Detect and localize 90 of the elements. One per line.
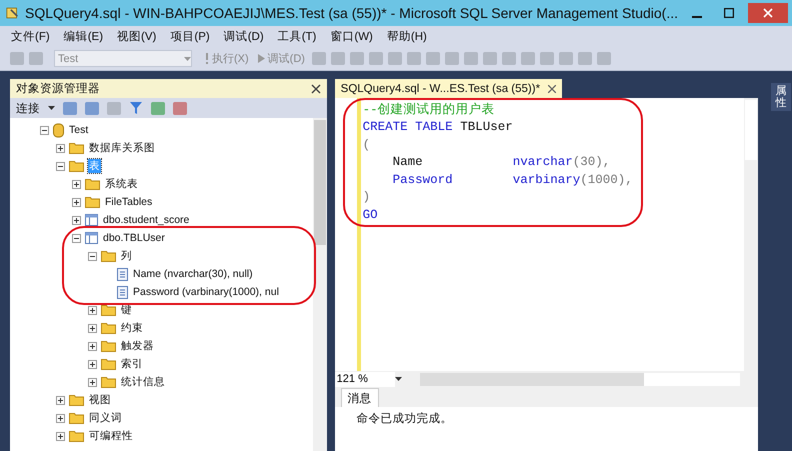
menu-item[interactable]: 工具(T) <box>274 29 320 44</box>
code-line: GO <box>362 206 379 224</box>
caret-icon <box>184 56 191 60</box>
tree-item[interactable]: 索引 <box>120 357 144 371</box>
close-icon <box>763 8 773 18</box>
maximize-icon <box>724 8 734 18</box>
folder-icon <box>69 412 84 424</box>
code-line: Name nvarchar(30), <box>392 154 612 171</box>
window-title: SQLQuery4.sql - WIN-BAHPCOAEJIJ\MES.Test (sa (55))* - Microsoft SQL Server Management Studio(... <box>24 5 678 21</box>
table-icon <box>85 214 98 226</box>
tree-item[interactable]: 数据库关系图 <box>88 141 156 155</box>
code-line: CREATE TABLE TBLUser <box>362 119 514 136</box>
side-tab[interactable]: 属性 <box>771 83 792 112</box>
database-icon <box>53 122 64 138</box>
zoom-dropdown[interactable]: 121 % <box>334 372 395 386</box>
tree-item[interactable]: Name (nvarchar(30), null) <box>132 268 254 280</box>
code-line: --创建测试用的用户表 <box>362 102 496 118</box>
expand-toggle[interactable] <box>88 324 97 332</box>
code-line: ( <box>362 136 372 154</box>
caret-icon[interactable] <box>394 377 402 381</box>
connect-button[interactable]: 连接 <box>16 100 40 116</box>
menu-item[interactable]: 调试(D) <box>220 29 267 44</box>
tree-item[interactable]: dbo.TBLUser <box>102 232 166 244</box>
folder-icon <box>69 160 84 172</box>
scrollbar[interactable] <box>744 98 758 371</box>
expand-toggle[interactable] <box>88 360 97 368</box>
code-line: ) <box>362 189 372 206</box>
tree-item[interactable]: 触发器 <box>120 339 155 353</box>
tree-item[interactable]: 统计信息 <box>120 375 166 389</box>
close-icon[interactable] <box>310 84 321 94</box>
collapse-toggle[interactable] <box>88 252 97 260</box>
menu-item[interactable]: 窗口(W) <box>327 29 376 44</box>
expand-toggle[interactable] <box>72 180 81 188</box>
folder-icon <box>85 178 100 190</box>
expand-toggle[interactable] <box>56 414 65 422</box>
panel-title: 对象资源管理器 <box>16 82 100 96</box>
folder-icon <box>101 340 116 352</box>
expand-toggle[interactable] <box>88 306 97 314</box>
expand-toggle[interactable] <box>72 216 81 224</box>
app-icon <box>6 5 19 21</box>
collapse-toggle[interactable] <box>56 162 65 170</box>
menu-item[interactable]: 文件(F) <box>8 29 53 44</box>
expand-toggle[interactable] <box>56 396 65 404</box>
document-tab[interactable]: SQLQuery4.sql - W...ES.Test (sa (55))* <box>334 79 562 98</box>
expand-toggle[interactable] <box>56 432 65 440</box>
menu-item[interactable]: 项目(P) <box>167 29 213 44</box>
close-button[interactable] <box>748 3 788 23</box>
tree-item[interactable]: 约束 <box>120 321 144 335</box>
folder-icon <box>69 430 84 442</box>
folder-icon <box>69 394 84 406</box>
folder-icon <box>101 250 116 262</box>
tree-item[interactable]: 视图 <box>88 393 112 407</box>
expand-toggle[interactable] <box>56 144 65 152</box>
menu-item[interactable]: 帮助(H) <box>384 29 430 44</box>
menu-item[interactable]: 视图(V) <box>114 29 160 44</box>
tree-item[interactable]: Password (varbinary(1000), nul <box>132 286 280 298</box>
minimize-icon <box>692 16 702 18</box>
code-line: Password varbinary(1000), <box>392 172 634 188</box>
exclamation-icon <box>205 53 209 64</box>
play-icon <box>258 54 265 63</box>
column-icon <box>117 286 128 298</box>
tree-item[interactable]: 系统表 <box>104 177 139 191</box>
close-icon[interactable] <box>548 84 556 92</box>
folder-icon <box>101 304 116 316</box>
expand-toggle[interactable] <box>88 378 97 386</box>
filter-icon[interactable] <box>129 101 143 115</box>
tree-item[interactable]: 列 <box>120 249 133 263</box>
tree-item[interactable]: 键 <box>120 303 133 317</box>
folder-icon <box>101 358 116 370</box>
folder-icon <box>101 322 116 334</box>
messages-tab[interactable]: 消息 <box>340 388 379 407</box>
expand-toggle[interactable] <box>88 342 97 350</box>
expand-toggle[interactable] <box>72 198 81 206</box>
folder-icon <box>85 196 100 208</box>
tree-item[interactable]: 同义词 <box>88 411 123 425</box>
folder-icon <box>101 376 116 388</box>
menu-item[interactable]: 编辑(E) <box>60 29 106 44</box>
collapse-toggle[interactable] <box>40 126 49 134</box>
folder-icon <box>69 142 84 154</box>
table-icon <box>85 232 98 244</box>
collapse-toggle[interactable] <box>72 234 81 242</box>
tree-item[interactable]: dbo.student_score <box>102 214 190 226</box>
tree-item[interactable]: Test <box>68 124 90 136</box>
tree-item[interactable]: 可编程性 <box>88 429 134 443</box>
caret-icon[interactable] <box>48 106 55 110</box>
tree-item[interactable]: FileTables <box>104 196 154 208</box>
message-text: 命令已成功完成。 <box>356 413 453 425</box>
column-icon <box>117 268 128 280</box>
horizontal-scrollbar[interactable] <box>420 372 740 386</box>
scrollbar[interactable] <box>312 118 327 451</box>
